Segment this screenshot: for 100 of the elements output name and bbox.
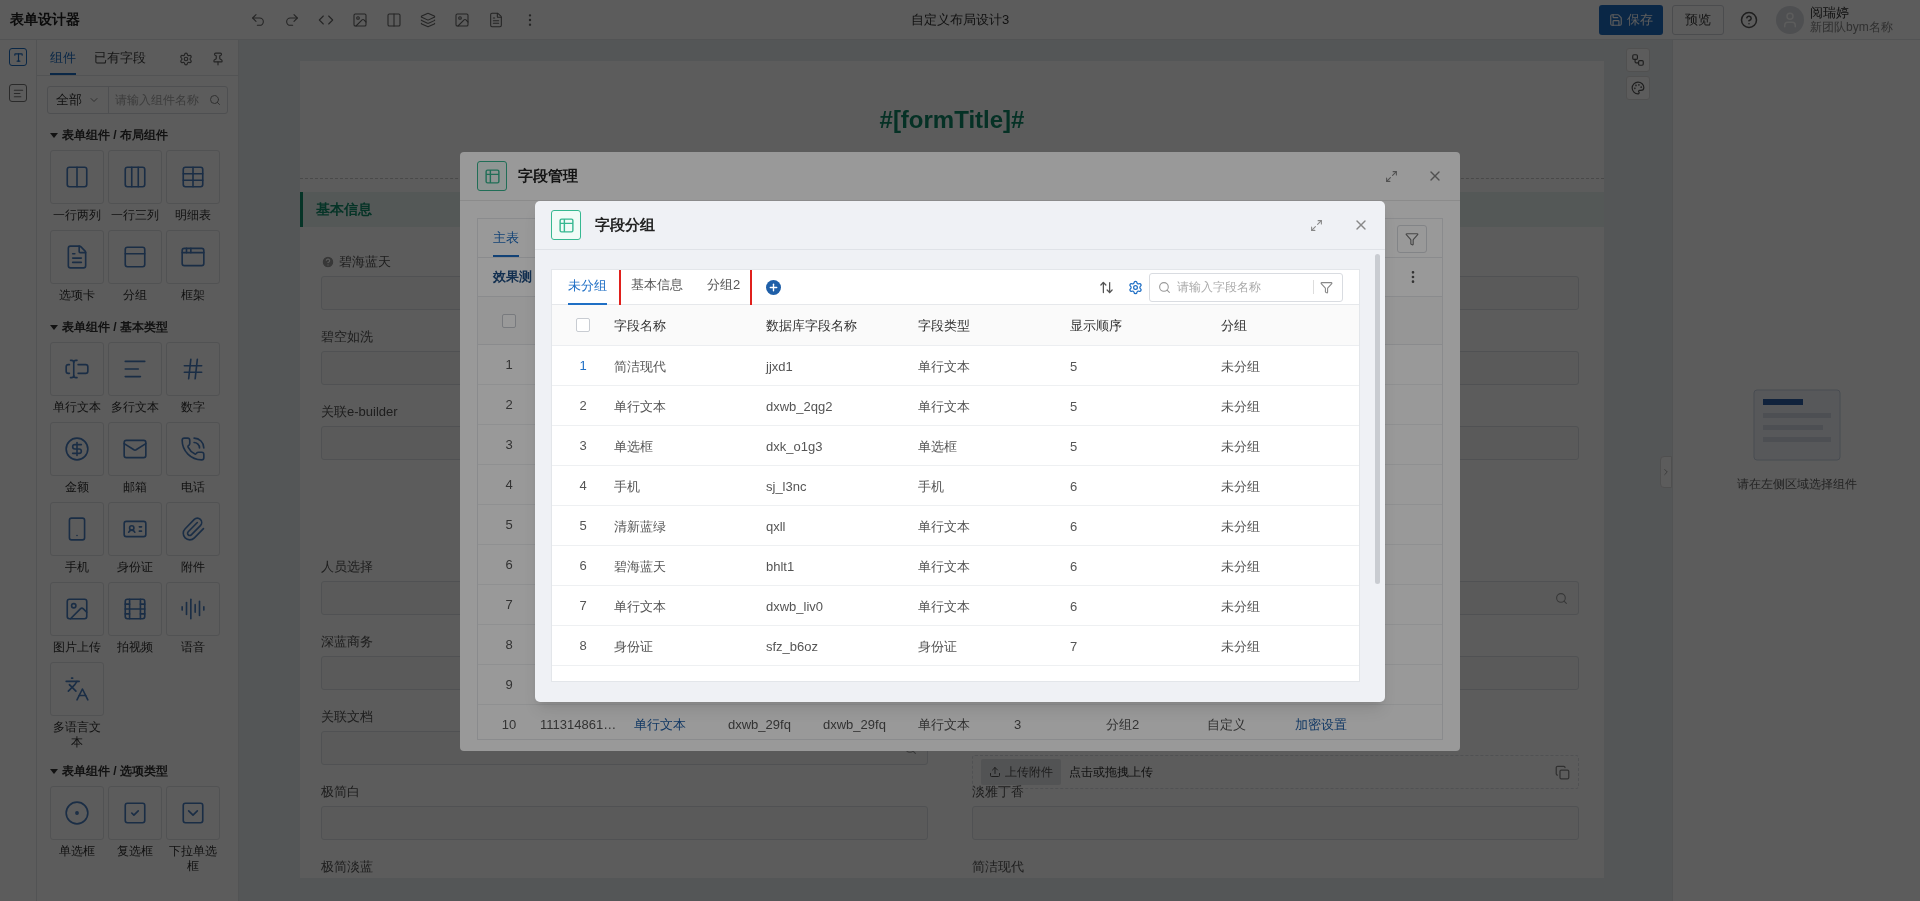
component-tile[interactable]: 身份证: [108, 502, 162, 578]
component-tile[interactable]: 附件: [166, 502, 220, 578]
field-label: 深蓝商务: [321, 633, 373, 652]
component-tile[interactable]: 选项卡: [50, 230, 104, 306]
category-dropdown[interactable]: 全部: [48, 87, 109, 113]
help-icon[interactable]: [1740, 10, 1758, 29]
settings-icon[interactable]: [1128, 279, 1143, 295]
row-number: 2: [504, 395, 514, 414]
caret-icon[interactable]: [50, 767, 58, 775]
paperclip-icon: [180, 516, 206, 542]
component-tile[interactable]: 单行文本: [50, 342, 104, 418]
collapse-handle[interactable]: [1660, 456, 1672, 488]
component-tile[interactable]: 一行两列: [50, 150, 104, 226]
table-cell: 单选框: [614, 438, 653, 454]
save-button[interactable]: 保存: [1599, 4, 1663, 35]
table-cell: bhlt1: [766, 558, 795, 574]
column-header: 显示顺序: [1070, 318, 1122, 333]
group-tab[interactable]: 分组2: [707, 270, 741, 304]
scrollbar[interactable]: [1375, 254, 1380, 584]
table-cell: 6: [1070, 558, 1078, 574]
row-number: 3: [504, 435, 514, 454]
component-tile[interactable]: 分组: [108, 230, 162, 306]
table-cell: 5: [1070, 398, 1078, 414]
caret-icon[interactable]: [50, 323, 58, 331]
component-tile[interactable]: 多行文本: [108, 342, 162, 418]
table-cell: 单行文本: [918, 558, 970, 574]
settings-icon[interactable]: [179, 52, 193, 66]
expand-icon[interactable]: [1385, 169, 1398, 183]
table-cell-text: dxwb_29fq: [823, 716, 886, 735]
table-cell: 手机: [614, 478, 640, 494]
table-cell-text: dxwb_29fq: [728, 716, 791, 735]
field-label: 极简白: [321, 783, 360, 802]
component-tile[interactable]: 语音: [166, 582, 220, 658]
table-cell: 未分组: [1221, 478, 1260, 494]
group-tab[interactable]: 基本信息: [631, 270, 683, 304]
workflow-button[interactable]: [1626, 48, 1650, 72]
text-field-icon[interactable]: [9, 84, 27, 102]
component-tile[interactable]: 金额: [50, 422, 104, 498]
palette-icon: [1631, 81, 1645, 95]
component-tile[interactable]: 多语言文本: [50, 662, 104, 750]
preview-button[interactable]: 预览: [1672, 4, 1724, 35]
radio-icon: [64, 800, 90, 826]
row-number: 5: [578, 516, 588, 535]
component-tile[interactable]: 明细表: [166, 150, 220, 226]
component-tile[interactable]: 一行三列: [108, 150, 162, 226]
copy-icon[interactable]: [1555, 764, 1570, 780]
table-cell-text: 分组2: [1106, 716, 1140, 735]
film-icon: [122, 596, 148, 622]
palette-button[interactable]: [1626, 76, 1650, 100]
component-tile[interactable]: 框架: [166, 230, 220, 306]
dialog-tab[interactable]: 主表: [493, 227, 519, 257]
expand-icon[interactable]: [1310, 218, 1323, 232]
panel-tab[interactable]: 已有字段: [94, 47, 146, 75]
table-cell: 5: [1070, 358, 1078, 374]
sort-icon[interactable]: [1099, 279, 1114, 295]
panel-icon: [122, 244, 148, 270]
row-number: 2: [578, 396, 588, 415]
field-label: 人员选择: [321, 558, 373, 577]
filter-button[interactable]: [1397, 225, 1427, 253]
component-tile[interactable]: 电话: [166, 422, 220, 498]
field-label: 碧空如洗: [321, 328, 373, 347]
component-tile[interactable]: 数字: [166, 342, 220, 418]
filter-icon[interactable]: [1320, 280, 1333, 294]
column-header: 数据库字段名称: [766, 318, 857, 333]
row-number: 8: [578, 636, 588, 655]
search-input[interactable]: 请输入字段名称: [1177, 278, 1307, 296]
checkbox[interactable]: [502, 313, 516, 328]
component-tile[interactable]: 单选框: [50, 786, 104, 874]
phone-icon: [180, 436, 206, 462]
component-tile[interactable]: 手机: [50, 502, 104, 578]
checkbox[interactable]: [576, 318, 590, 332]
text-component-icon[interactable]: [9, 48, 27, 66]
columns-icon: [64, 164, 90, 190]
component-tile[interactable]: 拍视频: [108, 582, 162, 658]
table-cell: 单行文本: [614, 598, 666, 614]
table-link[interactable]: 加密设置: [1295, 715, 1347, 735]
panel-tab[interactable]: 组件: [50, 47, 76, 75]
table-cell: 单行文本: [918, 398, 970, 414]
component-tile[interactable]: 下拉单选框: [166, 786, 220, 874]
table-cell: sj_l3nc: [766, 478, 807, 494]
table-cell: 碧海蓝天: [614, 558, 666, 574]
caret-icon[interactable]: [50, 131, 58, 139]
row-number: 7: [504, 595, 514, 614]
audio-wave-icon: [180, 596, 206, 622]
row-number: 4: [578, 476, 588, 495]
add-group-button[interactable]: [766, 279, 782, 295]
table-cell: 未分组: [1221, 358, 1260, 374]
filter-icon: [1405, 232, 1419, 246]
table-icon: [551, 210, 581, 240]
section-title: 表单组件 / 选项类型: [62, 763, 168, 780]
table-cell: 身份证: [918, 638, 957, 654]
component-tile[interactable]: 邮箱: [108, 422, 162, 498]
field-label: 关联e-builder: [321, 403, 398, 422]
table-cell: 清新蓝绿: [614, 518, 666, 534]
component-tile[interactable]: 复选框: [108, 786, 162, 874]
field-search-field[interactable]: 请输入字段名称: [1149, 272, 1343, 302]
table-cell: 5: [1070, 438, 1078, 454]
pin-icon[interactable]: [211, 52, 225, 66]
section-title: 表单组件 / 基本类型: [62, 319, 168, 336]
table-link[interactable]: 单行文本: [634, 715, 686, 735]
